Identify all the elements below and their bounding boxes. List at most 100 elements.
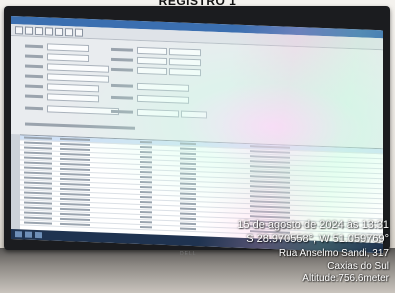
- toolbar-button: [25, 26, 33, 35]
- table-cell: [60, 162, 90, 167]
- overlay-altitude: Altitude:756.6meter: [302, 273, 389, 284]
- toolbar-button: [45, 26, 53, 36]
- table-cell: [250, 185, 290, 189]
- form-field: [169, 48, 201, 57]
- table-cell: [140, 185, 152, 189]
- table-cell: [24, 221, 52, 225]
- table-cell: [60, 147, 90, 152]
- table-cell: [250, 200, 290, 204]
- form-field: [137, 46, 167, 55]
- table-cell: [60, 187, 90, 192]
- form-field-label: [25, 74, 43, 79]
- table-cell: [180, 147, 196, 151]
- table-cell: [60, 172, 90, 177]
- form-field: [47, 105, 119, 116]
- photo-scene: REGISTRO 1 DELL 15 de agosto de 2024 às …: [0, 0, 395, 293]
- table-cell: [250, 180, 290, 184]
- table-cell: [24, 201, 52, 205]
- form-field-label: [111, 83, 133, 88]
- form-field: [137, 56, 167, 65]
- table-cell: [60, 212, 90, 217]
- form-field-label: [25, 106, 43, 111]
- overlay-street: Rua Anselmo Sandi, 317: [278, 248, 389, 259]
- form-field-label: [25, 64, 43, 69]
- table-cell: [60, 142, 90, 147]
- form-field-label: [111, 47, 133, 52]
- table-cell: [140, 180, 152, 184]
- table-cell: [140, 145, 152, 149]
- table-cell: [180, 187, 196, 191]
- table-cell: [24, 166, 52, 170]
- table-cell: [60, 157, 90, 162]
- table-cell: [250, 205, 290, 209]
- table-cell: [60, 202, 90, 207]
- table-cell: [180, 222, 196, 226]
- table-cell: [140, 165, 152, 169]
- table-cell: [60, 207, 90, 212]
- table-cell: [140, 155, 152, 159]
- table-cell: [250, 165, 290, 169]
- table-cell: [140, 195, 152, 199]
- table-cell: [250, 155, 290, 159]
- table-cell: [24, 216, 52, 220]
- toolbar-button: [35, 26, 43, 35]
- toolbar-button: [55, 27, 63, 36]
- overlay-city: Caxias do Sul: [327, 261, 389, 272]
- table-cell: [60, 177, 90, 182]
- monitor-brand-label: DELL: [180, 251, 197, 257]
- table-cell: [24, 146, 52, 150]
- table-cell: [140, 150, 152, 154]
- table-cell: [140, 220, 152, 224]
- table-cell: [24, 151, 52, 155]
- table-cell: [24, 156, 52, 160]
- form-field: [47, 73, 109, 83]
- form-field: [47, 93, 99, 103]
- table-cell: [180, 182, 196, 186]
- table-cell: [140, 190, 152, 194]
- table-cell: [140, 175, 152, 179]
- form-field-label: [25, 44, 43, 49]
- table-cell: [180, 192, 196, 196]
- table-cell: [180, 142, 196, 146]
- table-cell: [60, 152, 90, 157]
- table-cell: [60, 217, 90, 222]
- table-cell: [24, 191, 52, 195]
- table-cell: [140, 210, 152, 214]
- table-cell: [140, 200, 152, 204]
- form-field: [47, 43, 89, 52]
- table-cell: [180, 152, 196, 156]
- table-cell: [24, 136, 52, 140]
- form-field: [181, 110, 207, 119]
- table-cell: [140, 160, 152, 164]
- overlay-coordinates: S 28.970558°, W 51.059769°: [246, 233, 389, 245]
- table-cell: [24, 186, 52, 190]
- table-cell: [60, 192, 90, 197]
- form-field-label: [111, 95, 133, 100]
- table-cell: [24, 171, 52, 175]
- table-cell: [250, 160, 290, 164]
- table-cell: [180, 197, 196, 201]
- table-cell: [24, 181, 52, 185]
- taskbar-app-icon: [35, 231, 42, 239]
- table-cell: [250, 190, 290, 194]
- table-cell: [24, 141, 52, 145]
- form-field: [169, 58, 201, 67]
- table-cell: [250, 170, 290, 174]
- table-cell: [60, 182, 90, 187]
- form-field: [47, 83, 99, 93]
- table-cell: [180, 212, 196, 216]
- form-field: [137, 66, 167, 75]
- form-field: [47, 63, 109, 73]
- table-cell: [140, 205, 152, 209]
- table-cell: [180, 167, 196, 171]
- monitor-screen: [11, 16, 383, 254]
- table-cell: [24, 176, 52, 180]
- toolbar-button: [75, 27, 83, 37]
- table-cell: [140, 225, 152, 229]
- table-cell: [250, 175, 290, 179]
- table-cell: [180, 162, 196, 166]
- form-field: [169, 68, 201, 77]
- table-cell: [180, 217, 196, 221]
- table-cell: [180, 157, 196, 161]
- form-field: [137, 94, 189, 104]
